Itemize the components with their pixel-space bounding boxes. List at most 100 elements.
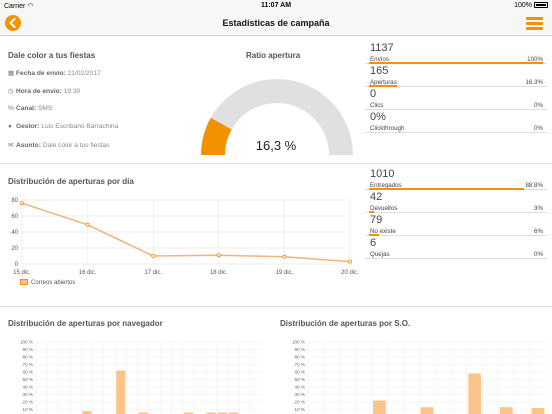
- hamburger-menu-icon[interactable]: [526, 17, 543, 30]
- bar: [420, 407, 434, 414]
- stat-percent: 0%: [534, 125, 543, 132]
- stat-label: Clickthrough: [370, 125, 405, 132]
- data-point: [347, 259, 352, 264]
- y-tick-label: 20: [11, 246, 18, 252]
- bar: [373, 400, 386, 414]
- navigation-bar: Estadísticas de campaña: [0, 12, 552, 36]
- y-tick-label: 60 %: [295, 370, 305, 375]
- stat-percent: 88.8%: [525, 182, 543, 189]
- bar: [468, 373, 481, 414]
- y-tick-label: 30 %: [295, 392, 305, 397]
- series-line: [21, 202, 351, 263]
- data-point: [151, 254, 156, 259]
- page-title: Estadísticas de campaña: [222, 18, 330, 28]
- x-tick-label: 15 dic.: [13, 270, 31, 276]
- manager-row: ● Gestor: Luis Escribano Barrachina: [8, 123, 119, 130]
- user-icon: ●: [8, 123, 12, 130]
- y-tick-label: 20 %: [295, 400, 305, 405]
- stat-label: Quejas: [370, 251, 390, 258]
- x-tick-label: 19 dic.: [276, 270, 294, 276]
- clock-icon: ◷: [8, 88, 14, 95]
- y-tick-label: 80 %: [23, 355, 33, 360]
- stat-percent: 6%: [534, 228, 543, 235]
- x-tick-label: 16 dic.: [79, 270, 97, 276]
- y-tick-label: 40 %: [295, 385, 305, 390]
- stats-summary-top: 1137 Envíos 100% 165 Aperturas 16.3% 0 Clics 0% 0…: [365, 41, 547, 133]
- envelope-icon: ✉: [8, 142, 14, 149]
- status-bar: Carrier ◠ 11:07 AM 100%: [0, 0, 552, 12]
- stats-summary-bottom: 1010 Entregados 88.8% 42 Devueltos 3% 79 No exi…: [365, 167, 547, 259]
- channel-row: % Canal: SMS: [8, 105, 53, 112]
- y-tick-label: 40: [11, 230, 18, 236]
- y-tick-label: 0: [15, 262, 19, 268]
- y-tick-label: 40 %: [23, 385, 33, 390]
- calendar-icon: ▦: [8, 70, 15, 77]
- y-tick-label: 50 %: [295, 377, 305, 382]
- y-tick-label: 70 %: [295, 362, 305, 367]
- clock: 11:07 AM: [260, 2, 292, 9]
- y-tick-label: 60: [11, 214, 18, 220]
- stat-value: 79: [370, 214, 383, 226]
- y-tick-label: 10 %: [23, 407, 33, 412]
- y-tick-label: 30 %: [23, 392, 33, 397]
- send-date-row: ▦ Fecha de envío: 21/02/2017: [8, 70, 101, 77]
- bar: [531, 408, 545, 414]
- stat-percent: 16.3%: [525, 79, 543, 86]
- battery-indicator: 100%: [514, 2, 548, 9]
- daily-opens-chart: 0 20 40 60 80 15 dic. 16 dic. 17 dic. 18 dic. 19 …: [11, 198, 359, 276]
- y-tick-label: 20 %: [23, 400, 33, 405]
- send-time-row: ◷ Hora de envío: 19:30: [8, 88, 81, 95]
- subject-row: ✉ Asunto: Dale color a tus fiestas: [8, 142, 110, 149]
- y-tick-label: 80 %: [295, 355, 305, 360]
- gauge-value: 16,3 %: [255, 138, 297, 153]
- stat-0: 1010 Entregados 88.8%: [365, 167, 547, 190]
- divider: [0, 163, 552, 164]
- campaign-name: Dale color a tus fiestas: [8, 51, 96, 60]
- x-tick-label: 20 dic.: [341, 270, 359, 276]
- y-tick-label: 50 %: [23, 377, 33, 382]
- os-opens-chart: 0 %10 %20 %30 %40 %50 %60 %70 %80 %90 %1…: [292, 340, 546, 414]
- y-tick-label: 90 %: [23, 347, 33, 352]
- data-point: [216, 253, 221, 258]
- x-tick-label: 17 dic.: [144, 270, 162, 276]
- stat-percent: 0%: [534, 251, 543, 258]
- data-point: [19, 201, 24, 206]
- stat-3: 6 Quejas 0%: [365, 236, 547, 259]
- y-tick-label: 100 %: [292, 340, 305, 345]
- stat-percent: 3%: [534, 205, 543, 212]
- stat-value: 1137: [370, 42, 394, 54]
- y-tick-label: 60 %: [23, 370, 33, 375]
- browser-opens-chart: 0 %10 %20 %30 %40 %50 %60 %70 %80 %90 %1…: [20, 340, 262, 414]
- link-icon: %: [8, 105, 14, 112]
- legend-swatch: [20, 279, 28, 285]
- stat-1: 165 Aperturas 16.3%: [365, 64, 547, 87]
- chart-legend: Correos abiertos: [20, 279, 75, 286]
- stat-0: 1137 Envíos 100%: [365, 41, 547, 64]
- bar: [116, 370, 126, 414]
- y-tick-label: 10 %: [295, 407, 305, 412]
- y-tick-label: 100 %: [20, 340, 33, 345]
- y-tick-label: 90 %: [295, 347, 305, 352]
- data-point: [282, 254, 287, 259]
- stat-value: 0: [370, 88, 377, 100]
- stat-value: 6: [370, 237, 377, 249]
- divider: [0, 306, 552, 307]
- stat-percent: 0%: [534, 102, 543, 109]
- stat-value: 42: [370, 191, 383, 203]
- y-tick-label: 80: [11, 198, 18, 204]
- x-tick-label: 18 dic.: [210, 270, 228, 276]
- stat-value: 0%: [370, 111, 386, 123]
- bar: [499, 407, 513, 414]
- browser-opens-title: Distribución de aperturas por navegador: [8, 319, 163, 328]
- campaign-info: Dale color a tus fiestas ▦ Fecha de envío…: [8, 51, 118, 159]
- data-point: [85, 222, 90, 227]
- stat-label: Clics: [370, 102, 384, 109]
- stat-3: 0% Clickthrough 0%: [365, 110, 547, 133]
- daily-opens-title: Distribución de aperturas por día: [8, 177, 134, 186]
- stat-value: 165: [370, 65, 389, 77]
- y-tick-label: 70 %: [23, 362, 33, 367]
- os-opens-title: Distribución de aperturas por S.O.: [280, 319, 411, 328]
- stat-2: 0 Clics 0%: [365, 87, 547, 110]
- stat-2: 79 No existe 6%: [365, 213, 547, 236]
- battery-icon: [534, 2, 548, 8]
